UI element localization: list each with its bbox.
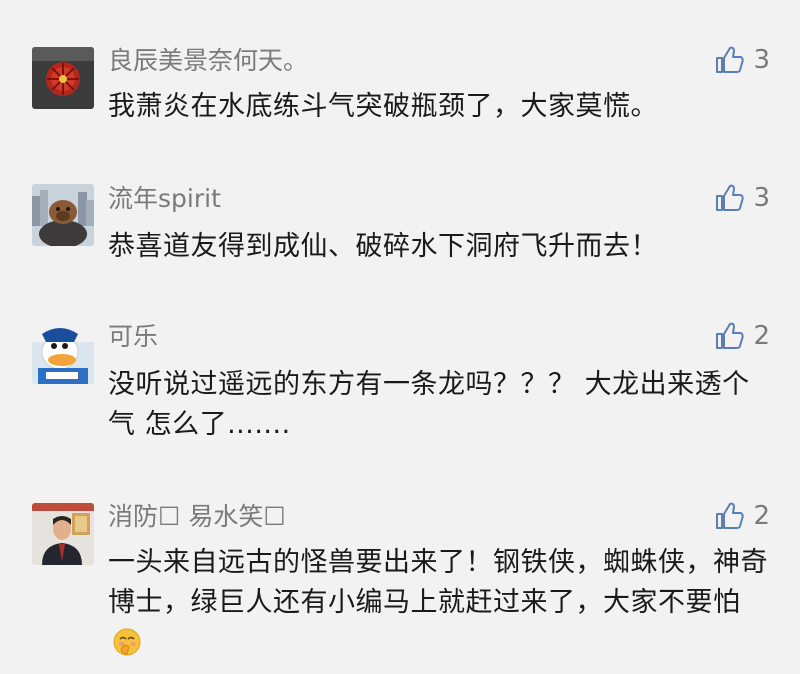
thumbs-up-icon [716, 184, 745, 211]
avatar[interactable] [32, 47, 94, 109]
like-button[interactable]: 2 [713, 320, 770, 352]
like-button[interactable]: 2 [713, 500, 770, 532]
thumbs-up-icon [716, 502, 745, 529]
username[interactable]: 消防☐ 易水笑☐ [108, 504, 286, 529]
comment-text: 恭喜道友得到成仙、破碎水下洞府飞升而去！ [108, 231, 658, 262]
comment-text: 我萧炎在水底练斗气突破瓶颈了，大家莫慌。 [108, 91, 658, 122]
like-count: 2 [753, 321, 770, 351]
avatar[interactable] [32, 322, 94, 384]
username[interactable]: 流年spirit [108, 186, 221, 211]
thumbs-up-icon [716, 46, 745, 73]
like-count: 3 [753, 45, 770, 75]
like-count: 3 [753, 183, 770, 213]
like-button[interactable]: 3 [713, 182, 770, 214]
username[interactable]: 良辰美景奈何天。 [108, 48, 308, 73]
comment-text: 一头来自远古的怪兽要出来了！钢铁侠，蜘蛛侠，神奇博士，绿巨人还有小编马上就赶过来… [108, 543, 768, 669]
red-flower-avatar-image [32, 47, 94, 109]
dog-city-avatar-image [32, 184, 94, 246]
avatar[interactable] [32, 503, 94, 565]
like-count: 2 [753, 501, 770, 531]
comment-text: 没听说过遥远的东方有一条龙吗？？？ 大龙出来透个气 怎么了....... [108, 369, 750, 440]
like-button[interactable]: 3 [713, 44, 770, 76]
man-portrait-avatar-image [32, 503, 94, 565]
thumbs-up-icon [716, 322, 745, 349]
username[interactable]: 可乐 [108, 324, 158, 349]
comment-text-body: 一头来自远古的怪兽要出来了！钢铁侠，蜘蛛侠，神奇博士，绿巨人还有小编马上就赶过来… [108, 547, 768, 618]
shushing-face-emoji-icon: 🤭 [112, 627, 142, 669]
avatar[interactable] [32, 184, 94, 246]
donald-duck-avatar-image [32, 322, 94, 384]
